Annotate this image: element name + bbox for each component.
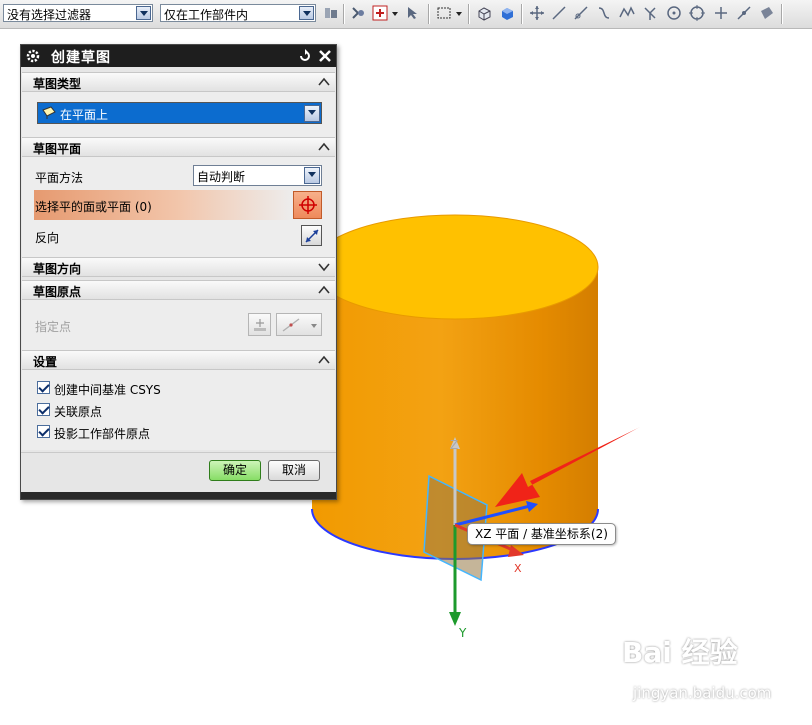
selection-tooltip: XZ 平面 / 基准坐标系(2) (467, 523, 616, 545)
point-on-curve-icon[interactable] (736, 5, 752, 21)
associate-origin-checkbox[interactable] (37, 403, 50, 416)
project-origin-checkbox[interactable] (37, 425, 50, 438)
sketch-type-select[interactable]: 在平面上 (37, 102, 322, 124)
sketch-plane-icon (42, 106, 56, 119)
create-csys-label: 创建中间基准 CSYS (54, 383, 161, 397)
sketch-type-section-header[interactable]: 草图类型 (22, 72, 335, 92)
select-face-label: 选择平的面或平面 (0) (35, 200, 152, 214)
dialog-title: 创建草图 (51, 50, 111, 66)
plane-method-select[interactable]: 自动判断 (193, 165, 322, 186)
top-toolbar: 没有选择过滤器 仅在工作部件内 (0, 0, 812, 29)
sketch-type-value: 在平面上 (60, 108, 109, 122)
sketch-plane-section-header[interactable]: 草图平面 (22, 137, 335, 157)
associate-origin-label: 关联原点 (54, 405, 103, 419)
baidu-watermark-logo: Bai 经验 (622, 636, 738, 669)
cylinder-top-face (311, 214, 599, 320)
point-constructor-icon (254, 319, 266, 331)
dialog-titlebar[interactable]: 创建草图 (21, 45, 336, 67)
x-axis-label: X (514, 562, 522, 575)
point-on-face-icon[interactable] (759, 5, 775, 21)
chevron-down-icon[interactable] (391, 5, 399, 21)
rectangle-select-icon[interactable] (436, 5, 452, 21)
intersection-icon[interactable] (642, 5, 658, 21)
selection-scope-select[interactable]: 仅在工作部件内 (160, 4, 316, 22)
plane-method-label: 平面方法 (35, 171, 84, 185)
baidu-watermark-url: jingyan.baidu.com (633, 684, 772, 702)
project-origin-label: 投影工作部件原点 (54, 427, 151, 441)
chevron-down-icon[interactable] (310, 317, 318, 333)
crosshair-icon (299, 196, 317, 214)
inferred-point-icon (282, 318, 300, 332)
plane-method-value: 自动判断 (197, 170, 246, 184)
select-face-button[interactable] (293, 191, 322, 219)
quadrant-point-icon[interactable] (689, 5, 705, 21)
cancel-button[interactable]: 取消 (268, 460, 320, 481)
selection-scope-value: 仅在工作部件内 (164, 8, 249, 22)
sketch-origin-section-header[interactable]: 草图原点 (22, 280, 335, 300)
chevron-down-icon[interactable] (304, 167, 320, 184)
sketch-plane-body: 平面方法 自动判断 选择平的面或平面 (0) 反向 (22, 157, 335, 257)
sketch-direction-heading: 草图方向 (33, 262, 82, 276)
chevron-up-icon[interactable] (317, 140, 331, 154)
tangent-line-icon[interactable] (573, 5, 589, 21)
settings-heading: 设置 (33, 355, 58, 369)
select-point-icon[interactable] (372, 5, 388, 21)
specify-point-label: 指定点 (35, 320, 72, 334)
chevron-up-icon[interactable] (317, 353, 331, 367)
ok-button[interactable]: 确定 (209, 460, 261, 481)
sketch-plane-heading: 草图平面 (33, 142, 82, 156)
gear-icon[interactable] (25, 48, 41, 64)
inferred-point-select[interactable] (276, 313, 322, 336)
chevron-up-icon[interactable] (317, 283, 331, 297)
line-icon[interactable] (551, 5, 567, 21)
chevron-down-icon[interactable] (304, 105, 320, 122)
chevron-down-icon[interactable] (317, 260, 331, 274)
plus-point-icon[interactable] (713, 5, 729, 21)
chevron-down-icon[interactable] (299, 6, 314, 20)
pointer-snap-icon[interactable] (405, 5, 421, 21)
feature-filter-icon[interactable] (323, 5, 339, 21)
dialog-bottom-border (21, 492, 336, 499)
wireframe-view-icon[interactable] (476, 5, 492, 21)
create-sketch-dialog: 创建草图 草图类型 在平面上 草图平面 平面方法 自动判断 选择平的面或平面 (… (20, 44, 337, 500)
point-dialog-button[interactable] (248, 313, 271, 336)
curve-icon[interactable] (596, 5, 612, 21)
polyline-icon[interactable] (619, 5, 635, 21)
sketch-origin-body: 指定点 (22, 300, 335, 350)
sketch-type-body: 在平面上 (22, 92, 335, 137)
reverse-direction-button[interactable] (301, 225, 322, 246)
z-axis-label: Z (450, 438, 458, 452)
reset-icon[interactable] (297, 48, 313, 64)
y-axis-label: Y (458, 626, 467, 640)
move-icon[interactable] (529, 5, 545, 21)
chevron-down-icon[interactable] (455, 5, 463, 21)
chevron-up-icon[interactable] (317, 75, 331, 89)
settings-body: 创建中间基准 CSYS 关联原点 投影工作部件原点 (22, 370, 335, 450)
sketch-type-heading: 草图类型 (33, 77, 82, 91)
reverse-arrow-icon (305, 229, 319, 243)
close-icon[interactable] (317, 48, 333, 64)
settings-section-header[interactable]: 设置 (22, 350, 335, 370)
selection-filter-value: 没有选择过滤器 (7, 8, 92, 22)
selection-filter-select[interactable]: 没有选择过滤器 (3, 4, 153, 22)
sketch-direction-section-header[interactable]: 草图方向 (22, 257, 335, 277)
reverse-direction-label: 反向 (35, 231, 60, 245)
create-csys-checkbox[interactable] (37, 381, 50, 394)
chevron-down-icon[interactable] (136, 6, 151, 20)
y-axis-arrowhead (449, 612, 461, 626)
sketch-origin-heading: 草图原点 (33, 285, 82, 299)
circle-center-icon[interactable] (666, 5, 682, 21)
shaded-view-icon[interactable] (499, 5, 515, 21)
snap-selection-icon[interactable] (350, 5, 366, 21)
